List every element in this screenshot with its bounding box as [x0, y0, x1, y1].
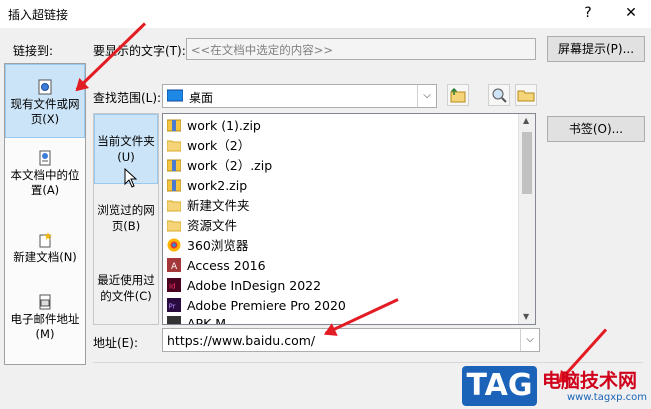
indesign-icon: Id — [167, 278, 181, 292]
list-item[interactable]: 新建文件夹 — [167, 196, 250, 216]
watermark-site-name: 电脑技术网 — [542, 370, 638, 392]
display-text-field[interactable]: <<在文档中选定的内容>> — [186, 38, 536, 60]
screen-tip-button[interactable]: 屏幕提示(P)... — [547, 36, 645, 62]
new-document-icon — [39, 232, 52, 248]
title-bar — [0, 0, 651, 28]
help-button[interactable]: ? — [575, 2, 601, 24]
folder-icon — [167, 220, 181, 232]
file-name: 新建文件夹 — [187, 198, 250, 213]
scroll-down-icon[interactable]: ▼ — [523, 313, 529, 321]
link-email-address[interactable]: 电子邮件地址(M) — [5, 294, 85, 342]
list-item[interactable]: APK M... — [167, 314, 238, 325]
file-list[interactable]: work (1).zip work（2） work（2）.zip work2.z… — [162, 113, 536, 325]
document-place-icon — [39, 150, 51, 166]
folder-icon — [167, 140, 181, 152]
file-name: Adobe Premiere Pro 2020 — [187, 298, 346, 313]
close-button[interactable]: ✕ — [618, 2, 644, 24]
address-value: https://www.baidu.com/ — [167, 333, 316, 348]
browse-panel: 当前文件夹(U) 浏览过的网页(B) 最近使用过的文件(C) — [93, 113, 159, 325]
chevron-down-icon[interactable]: ⌵ — [417, 85, 436, 107]
sidebar-item-label: 现有文件或网页(X) — [10, 97, 80, 126]
look-in-combo[interactable]: 桌面 ⌵ — [162, 84, 437, 108]
list-item[interactable]: work（2） — [167, 136, 250, 156]
open-folder-icon — [517, 90, 535, 102]
file-name: work2.zip — [187, 178, 248, 193]
folder-icon — [167, 200, 181, 212]
browse-web-button[interactable] — [488, 84, 510, 106]
premiere-icon: Pr — [167, 298, 181, 312]
link-create-new-document[interactable]: 新建文档(N) — [5, 232, 85, 265]
svg-text:Pr: Pr — [169, 303, 176, 311]
list-item[interactable]: work（2）.zip — [167, 156, 272, 176]
file-name: Access 2016 — [187, 258, 266, 273]
bookmark-button[interactable]: 书签(O)... — [547, 116, 645, 142]
divider — [93, 362, 643, 363]
sidebar-item-label: 本文档中的位置(A) — [10, 168, 80, 197]
file-name: work（2）.zip — [187, 158, 273, 173]
link-to-sidebar: 现有文件或网页(X) 本文档中的位置(A) 新建文档(N) 电子邮件地址(M) — [4, 63, 86, 365]
look-in-value: 桌面 — [189, 91, 214, 105]
list-item[interactable]: work2.zip — [167, 176, 247, 196]
zip-icon — [167, 159, 181, 172]
zip-icon — [167, 119, 181, 132]
file-name: APK M... — [187, 316, 238, 325]
email-icon — [39, 294, 51, 310]
folder-up-icon — [450, 87, 466, 103]
app-icon — [167, 316, 181, 324]
list-item[interactable]: 360浏览器 — [167, 236, 248, 256]
desktop-icon — [167, 89, 183, 102]
list-item[interactable]: work (1).zip — [167, 116, 261, 136]
vertical-scroll-thumb[interactable] — [522, 132, 532, 194]
sidebar-item-label: 电子邮件地址(M) — [10, 312, 80, 341]
list-item[interactable]: 资源文件 — [167, 216, 237, 236]
file-name: 资源文件 — [187, 218, 238, 233]
web-page-icon — [38, 79, 52, 95]
link-place-in-document[interactable]: 本文档中的位置(A) — [5, 150, 85, 198]
svg-text:A: A — [171, 262, 178, 272]
file-name: work（2） — [187, 138, 251, 153]
link-existing-file-or-web-page[interactable]: 现有文件或网页(X) — [5, 64, 85, 138]
watermark-logo: TAG — [462, 366, 537, 406]
dialog-title: 插入超链接 — [8, 8, 69, 22]
vertical-scrollbar[interactable]: ▲ ▼ — [518, 114, 535, 324]
look-in-label: 查找范围(L): — [93, 91, 162, 105]
mouse-cursor-icon — [124, 168, 138, 188]
list-item[interactable]: A Access 2016 — [167, 256, 266, 276]
browsed-pages-tab[interactable]: 浏览过的网页(B) — [94, 202, 158, 234]
up-one-folder-button[interactable] — [447, 84, 469, 106]
sidebar-item-label: 新建文档(N) — [13, 250, 77, 264]
browser-icon — [167, 238, 181, 252]
file-name: 360浏览器 — [187, 238, 249, 253]
access-icon: A — [167, 258, 181, 272]
web-search-icon — [492, 88, 507, 103]
address-field[interactable]: https://www.baidu.com/ ⌵ — [162, 328, 540, 352]
link-to-label: 链接到: — [13, 44, 54, 58]
file-name: work (1).zip — [187, 118, 261, 133]
recent-files-tab[interactable]: 最近使用过的文件(C) — [94, 272, 158, 304]
scroll-up-icon[interactable]: ▲ — [523, 117, 529, 125]
watermark-url: www.tagxp.com — [567, 392, 647, 403]
list-item[interactable]: Pr Adobe Premiere Pro 2020 — [167, 296, 346, 316]
browse-file-button[interactable] — [515, 84, 537, 106]
address-label: 地址(E): — [93, 336, 138, 350]
list-item[interactable]: Id Adobe InDesign 2022 — [167, 276, 321, 296]
chevron-down-icon[interactable]: ⌵ — [520, 329, 539, 351]
zip-icon — [167, 179, 181, 192]
svg-text:Id: Id — [169, 283, 176, 291]
file-name: Adobe InDesign 2022 — [187, 278, 322, 293]
